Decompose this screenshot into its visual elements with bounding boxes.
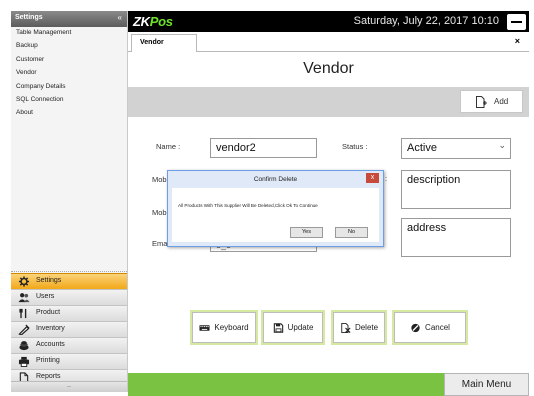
mobile2-label: Mob xyxy=(152,208,167,217)
description-input[interactable]: description xyxy=(401,170,511,209)
product-icon xyxy=(19,308,27,319)
sidebar-header: Settings « xyxy=(11,11,127,27)
gear-icon xyxy=(18,276,30,287)
add-label: Add xyxy=(494,97,509,106)
main-menu-button[interactable]: Main Menu xyxy=(444,373,529,396)
module-label: Inventory xyxy=(36,325,65,332)
settings-submenu: Table Management Backup Customer Vendor … xyxy=(11,27,127,121)
keyboard-label: Keyboard xyxy=(214,323,249,333)
save-icon xyxy=(273,323,283,333)
module-label: Product xyxy=(36,309,61,316)
delete-label: Delete xyxy=(354,323,379,333)
module-users[interactable]: Users xyxy=(11,289,127,305)
status-select[interactable]: Active xyxy=(401,138,511,159)
email-label: Ema xyxy=(152,239,168,248)
minimize-button[interactable] xyxy=(507,14,526,30)
sidebar-item-company-details[interactable]: Company Details xyxy=(11,81,127,94)
printer-icon xyxy=(18,356,30,367)
sidebar-item-about[interactable]: About xyxy=(11,107,127,120)
no-button[interactable]: No xyxy=(335,227,368,238)
cancel-icon xyxy=(411,323,420,333)
accounts-icon xyxy=(19,341,29,351)
module-accounts[interactable]: Accounts xyxy=(11,337,127,353)
add-button[interactable]: Add xyxy=(460,90,523,113)
add-document-icon xyxy=(476,96,487,108)
address-input[interactable]: address xyxy=(401,218,511,257)
datetime-display: Saturday, July 22, 2017 10:10 xyxy=(353,15,499,27)
update-button[interactable]: Update xyxy=(263,312,323,343)
sidebar: Settings « Table Management Backup Custo… xyxy=(11,11,128,392)
module-label: Users xyxy=(36,293,55,300)
sidebar-item-customer[interactable]: Customer xyxy=(11,54,127,67)
sidebar-item-table-management[interactable]: Table Management xyxy=(11,27,127,40)
users-icon xyxy=(18,293,30,303)
status-label: Status : xyxy=(342,142,368,151)
tab-strip: Vendor × xyxy=(128,32,529,52)
delete-button[interactable]: Delete xyxy=(333,312,385,343)
keyboard-icon xyxy=(199,325,210,331)
inventory-icon xyxy=(18,324,30,335)
module-inventory[interactable]: Inventory xyxy=(11,321,127,337)
tab-vendor[interactable]: Vendor xyxy=(131,34,197,52)
sidebar-item-sql-connection[interactable]: SQL Connection xyxy=(11,94,127,107)
sidebar-title: Settings xyxy=(15,14,43,21)
logo-zk: ZK xyxy=(133,14,150,29)
name-input[interactable]: vendor2 xyxy=(210,138,317,158)
app-logo: ZKPos xyxy=(133,14,173,29)
dialog-message: All Products With This Supplier Will Be … xyxy=(178,203,318,208)
delete-document-icon xyxy=(341,323,351,333)
title-bar: ZKPos Saturday, July 22, 2017 10:10 xyxy=(128,11,529,32)
sidebar-footer: ‥ xyxy=(11,381,127,392)
dialog-body: All Products With This Supplier Will Be … xyxy=(172,188,379,242)
action-bar: Add xyxy=(128,87,529,117)
module-label: Reports xyxy=(36,373,61,380)
status-bar: Main Menu xyxy=(128,373,529,396)
module-label: Printing xyxy=(36,357,60,364)
yes-button[interactable]: Yes xyxy=(290,227,323,238)
field-colon: : xyxy=(385,174,388,183)
collapse-icon[interactable]: « xyxy=(118,13,122,22)
keyboard-button[interactable]: Keyboard xyxy=(192,312,256,343)
sidebar-item-vendor[interactable]: Vendor xyxy=(11,67,127,80)
mobile-label: Mob xyxy=(152,175,167,184)
cancel-button[interactable]: Cancel xyxy=(394,312,466,343)
dialog-title: Confirm Delete xyxy=(253,176,298,183)
dialog-close-icon[interactable]: x xyxy=(366,173,379,183)
module-product[interactable]: Product xyxy=(11,305,127,321)
module-printing[interactable]: Printing xyxy=(11,353,127,369)
name-label: Name : xyxy=(156,142,181,151)
cancel-label: Cancel xyxy=(425,323,450,333)
module-settings[interactable]: Settings xyxy=(11,273,127,289)
update-label: Update xyxy=(287,323,314,333)
logo-pos: Pos xyxy=(149,14,173,29)
page-title: Vendor xyxy=(303,60,354,77)
module-label: Accounts xyxy=(36,341,65,348)
module-label: Settings xyxy=(36,277,62,284)
sidebar-item-backup[interactable]: Backup xyxy=(11,40,127,53)
confirm-delete-dialog: Confirm Delete x All Products With This … xyxy=(167,170,384,247)
close-tab-icon[interactable]: × xyxy=(515,36,520,46)
